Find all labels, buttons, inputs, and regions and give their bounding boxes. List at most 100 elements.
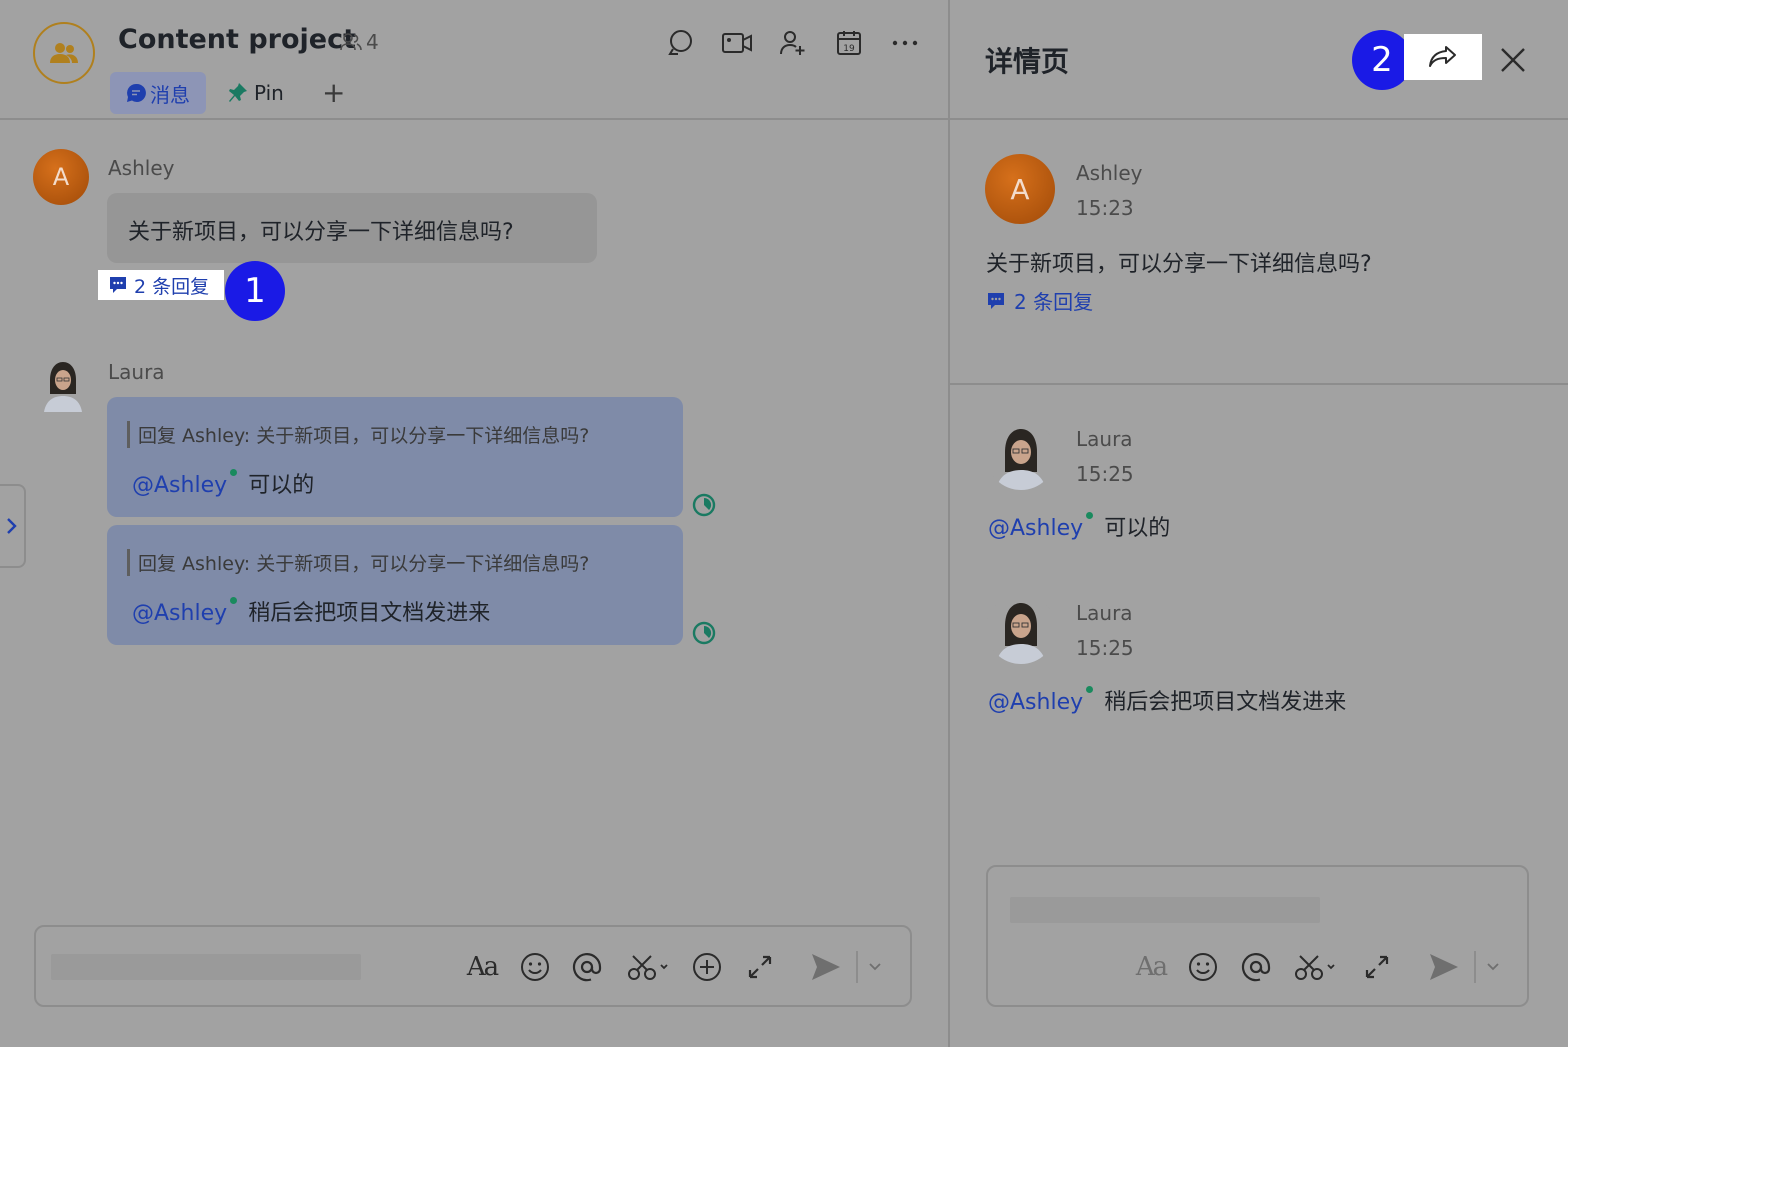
send-options-button[interactable] <box>862 949 888 985</box>
format-button[interactable]: Aa <box>464 949 500 985</box>
message-body: @Ashley 可以的 <box>132 467 314 499</box>
expand-icon <box>1363 953 1391 981</box>
laura-avatar-image <box>986 420 1056 490</box>
sender-name: Laura <box>108 360 165 384</box>
mention-button[interactable] <box>1238 949 1274 985</box>
message-bubble[interactable]: 关于新项目，可以分享一下详细信息吗? <box>107 193 597 263</box>
message-time: 15:25 <box>1076 462 1134 486</box>
search-chat-button[interactable] <box>664 26 698 60</box>
calendar-button[interactable]: 19 <box>832 26 866 60</box>
emoji-icon <box>520 952 550 982</box>
calendar-icon: 19 <box>835 29 863 57</box>
expand-icon <box>746 953 774 981</box>
reply-input[interactable] <box>1010 897 1320 923</box>
avatar[interactable] <box>986 420 1056 490</box>
screenshot-button[interactable] <box>1293 949 1339 985</box>
avatar[interactable]: A <box>33 149 89 205</box>
forward-button[interactable] <box>1404 34 1482 80</box>
step-badge-1: 1 <box>225 261 285 321</box>
at-sign-icon <box>1241 952 1271 982</box>
replies-label: 2 条回复 <box>134 275 210 298</box>
quoted-reply: 回复 Ashley: 关于新项目，可以分享一下详细信息吗? <box>127 421 589 448</box>
mention-link[interactable]: @Ashley <box>988 690 1083 715</box>
close-icon <box>1499 46 1527 74</box>
mention-link[interactable]: @Ashley <box>988 516 1083 541</box>
reply-input-box[interactable]: Aa <box>986 865 1529 1007</box>
close-button[interactable] <box>1493 40 1533 80</box>
replies-label: 2 条回复 <box>1014 290 1094 314</box>
scissors-icon <box>627 952 671 982</box>
message-text: 稍后会把项目文档发进来 <box>1104 690 1347 715</box>
detail-title: 详情页 <box>985 45 1070 78</box>
thread-divider <box>950 383 1568 385</box>
video-icon <box>721 30 753 56</box>
message-bubble[interactable]: 回复 Ashley: 关于新项目，可以分享一下详细信息吗? @Ashley 可以… <box>107 397 683 517</box>
member-count-value: 4 <box>366 30 379 54</box>
read-status-icon <box>692 493 716 521</box>
message-text: 稍后会把项目文档发进来 <box>248 601 491 626</box>
message-bubble[interactable]: 回复 Ashley: 关于新项目，可以分享一下详细信息吗? @Ashley 稍后… <box>107 525 683 645</box>
text-format-icon: Aa <box>466 952 499 982</box>
svg-text:19: 19 <box>843 44 855 54</box>
text-format-icon: Aa <box>1135 952 1168 982</box>
chevron-down-icon <box>869 963 881 971</box>
avatar[interactable] <box>38 356 88 412</box>
online-status-dot <box>1086 512 1094 519</box>
tab-pin[interactable]: Pin <box>226 72 284 114</box>
send-button[interactable] <box>808 949 844 985</box>
online-status-dot <box>230 469 238 476</box>
mention-link[interactable]: @Ashley <box>132 601 227 626</box>
video-call-button[interactable] <box>720 26 754 60</box>
expand-sidebar-button[interactable] <box>0 484 26 568</box>
avatar-letter: A <box>1010 172 1030 206</box>
member-count[interactable]: 4 <box>340 30 379 54</box>
sender-name: Ashley <box>108 156 175 180</box>
message-input-box[interactable]: Aa <box>34 925 912 1007</box>
more-button[interactable] <box>888 26 922 60</box>
mention-link[interactable]: @Ashley <box>132 473 227 498</box>
screenshot-button[interactable] <box>626 949 672 985</box>
thread-replies-link[interactable]: 2 条回复 <box>986 286 1093 315</box>
scissors-icon <box>1294 952 1338 982</box>
sender-name: Laura <box>1076 601 1133 625</box>
app-window: Content project 4 19 消息 Pin + A Ashley 关… <box>0 0 1568 1047</box>
expand-editor-button[interactable] <box>1359 949 1395 985</box>
quoted-reply: 回复 Ashley: 关于新项目，可以分享一下详细信息吗? <box>127 549 589 576</box>
avatar-letter: A <box>52 163 70 191</box>
message-text: 可以的 <box>1104 516 1171 541</box>
add-member-button[interactable] <box>776 26 810 60</box>
emoji-button[interactable] <box>1185 949 1221 985</box>
plus-circle-icon <box>692 952 722 982</box>
sender-name: Ashley <box>1076 161 1143 185</box>
chevron-down-icon <box>1487 963 1499 971</box>
format-button[interactable]: Aa <box>1133 949 1169 985</box>
message-input[interactable] <box>51 954 361 980</box>
step-badge-2: 2 <box>1352 30 1412 90</box>
chat-title: Content project <box>118 24 357 55</box>
online-status-dot <box>230 597 238 604</box>
message-text: 关于新项目，可以分享一下详细信息吗? <box>986 252 1372 277</box>
chat-bubble-icon <box>126 83 146 103</box>
message-body: @Ashley 稍后会把项目文档发进来 <box>988 684 1346 716</box>
add-user-icon <box>779 29 807 57</box>
tab-messages[interactable]: 消息 <box>110 72 206 114</box>
sender-name: Laura <box>1076 427 1133 451</box>
send-button[interactable] <box>1426 949 1462 985</box>
emoji-button[interactable] <box>517 949 553 985</box>
avatar[interactable]: A <box>985 154 1055 224</box>
message-text: 关于新项目，可以分享一下详细信息吗? <box>128 220 514 245</box>
header-divider <box>0 118 948 120</box>
send-options-button[interactable] <box>1480 949 1506 985</box>
message-body: @Ashley 可以的 <box>988 510 1170 542</box>
share-icon <box>1428 44 1458 70</box>
tab-messages-label: 消息 <box>150 82 190 107</box>
avatar[interactable] <box>986 594 1056 664</box>
add-tab-button[interactable]: + <box>322 76 345 109</box>
expand-editor-button[interactable] <box>742 949 778 985</box>
panel-divider <box>948 0 950 1047</box>
more-actions-button[interactable] <box>689 949 725 985</box>
mention-button[interactable] <box>569 949 605 985</box>
group-avatar[interactable] <box>33 22 95 84</box>
thread-replies-link[interactable]: 2 条回复 <box>98 270 224 300</box>
read-status-icon <box>692 621 716 649</box>
